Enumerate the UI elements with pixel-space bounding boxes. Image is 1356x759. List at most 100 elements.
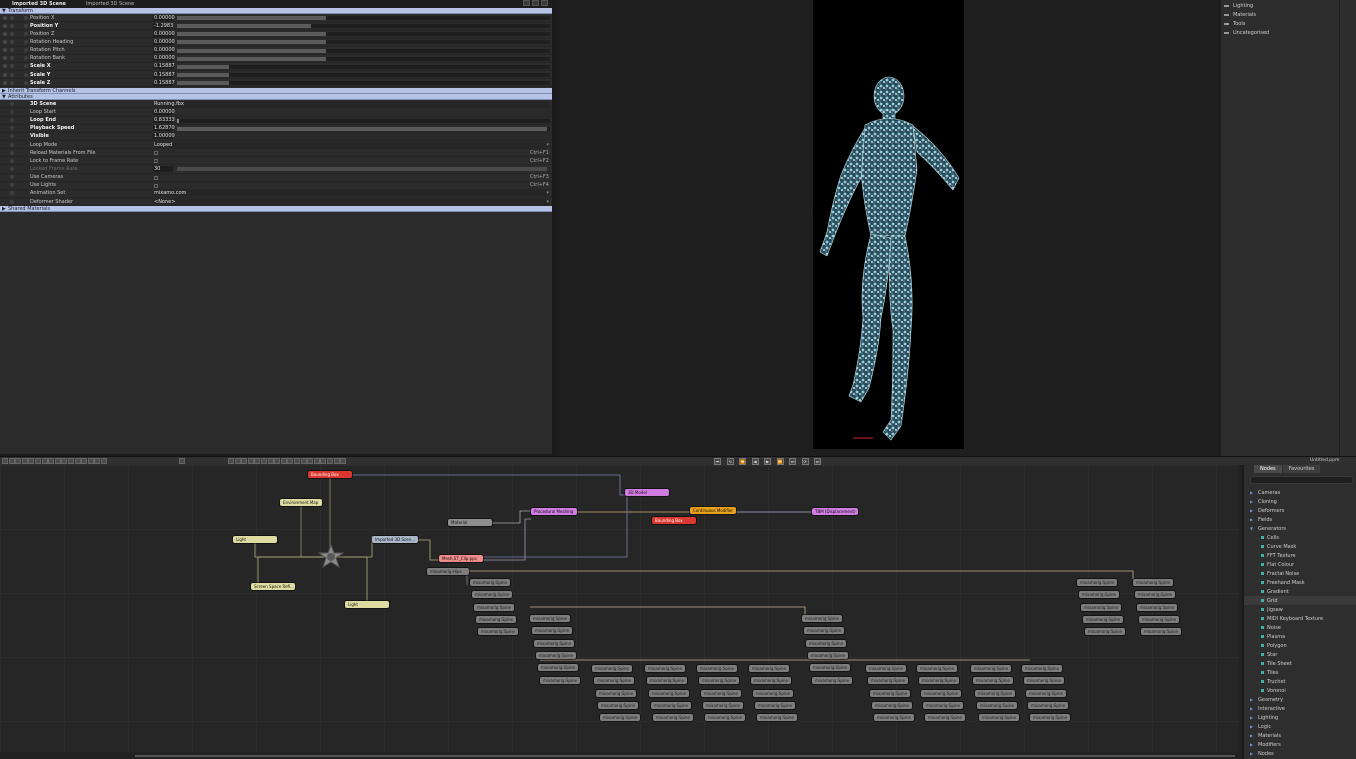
property-value-field[interactable]: 0.00000 [153, 38, 175, 45]
bone-node[interactable]: mixamorig:Spine [806, 639, 846, 647]
graph-fit-button[interactable] [179, 458, 185, 464]
view-mode-button[interactable] [247, 458, 254, 464]
reset-dot-icon[interactable] [24, 64, 28, 69]
playback-6-icon[interactable]: ⏭ [789, 458, 796, 465]
view-mode-button[interactable] [313, 458, 320, 464]
graph-tool-button[interactable] [8, 458, 15, 464]
slider-track[interactable] [177, 72, 550, 77]
graph-horizontal-scrollbar[interactable] [0, 752, 1242, 759]
property-value-field[interactable]: -1.2983 [153, 22, 173, 29]
bone-node[interactable]: mixamorig:Spine [1030, 714, 1070, 722]
view-mode-button[interactable] [320, 458, 327, 464]
graph-node[interactable]: 3D Model [625, 489, 669, 496]
bone-node[interactable]: mixamorig:Spine [538, 664, 578, 672]
property-value-field[interactable]: 0.15887 [153, 71, 175, 78]
library-category[interactable]: ▶ Cameras [1244, 488, 1356, 497]
library-node-item[interactable]: Flat Colour [1244, 560, 1356, 569]
expand-arrow-icon[interactable]: ▶ [1250, 508, 1255, 513]
bone-node[interactable]: mixamorig:Spine [649, 689, 689, 697]
expand-arrow-icon[interactable]: ▶ [1250, 751, 1255, 756]
library-category[interactable]: ▼ Generators [1244, 524, 1356, 533]
collapse-arrow-icon[interactable]: ▼ [1250, 526, 1255, 531]
slider-fill[interactable] [177, 118, 179, 123]
graph-node[interactable]: TBM (Displacement) [812, 508, 858, 515]
attribute-value-field[interactable]: 1.00000 [153, 133, 175, 140]
graph-node[interactable]: Procedural Meshing [531, 508, 577, 515]
keyframe-dot-icon[interactable] [10, 150, 14, 155]
bone-node[interactable]: mixamorig:Spine [925, 714, 965, 722]
bone-node[interactable]: mixamorig:Spine [534, 639, 574, 647]
bone-node[interactable]: mixamorig:Spine [810, 664, 850, 672]
attribute-checkbox[interactable] [154, 175, 158, 180]
graph-node[interactable]: Material [448, 519, 492, 526]
slider-fill[interactable] [177, 48, 326, 53]
library-node-item[interactable]: Grid [1244, 596, 1356, 605]
bone-node[interactable]: mixamorig:Spine [919, 677, 959, 685]
bone-node[interactable]: mixamorig:Spine [1083, 615, 1123, 623]
bone-node[interactable]: mixamorig:Spine [808, 651, 848, 659]
graph-vertical-scrollbar[interactable] [1238, 465, 1242, 752]
reset-dot-icon[interactable] [24, 15, 28, 20]
graph-node[interactable]: Light [345, 601, 389, 608]
bone-node[interactable]: mixamorig:Spine [470, 579, 510, 586]
graph-node[interactable]: Light [233, 536, 277, 543]
keyframe-dot-icon[interactable] [10, 126, 14, 131]
keyframe-dot-icon[interactable] [3, 72, 7, 77]
bone-node[interactable]: mixamorig:Spine [478, 628, 518, 636]
bone-node[interactable]: mixamorig:Spine [1079, 591, 1119, 599]
attribute-value-field[interactable]: Running.fbx [153, 100, 549, 107]
view-mode-button[interactable] [267, 458, 274, 464]
bone-node[interactable]: mixamorig:Spine [1024, 677, 1064, 685]
keyframe-dot-icon[interactable] [10, 118, 14, 123]
bone-node[interactable]: mixamorig:Spine [975, 689, 1015, 697]
bone-node[interactable]: mixamorig:Spine [532, 627, 572, 635]
bone-node[interactable]: mixamorig:Spine [868, 677, 908, 685]
library-node-item[interactable]: Polygon [1244, 641, 1356, 650]
bone-node[interactable]: mixamorig:Spine [1135, 591, 1175, 599]
slider-fill[interactable] [177, 56, 326, 61]
graph-node[interactable]: Environment Map [280, 499, 322, 506]
library-node-item[interactable]: Truchet [1244, 677, 1356, 686]
graph-tool-button[interactable] [61, 458, 68, 464]
graph-node[interactable]: Mesh,ST_Clip.pps [439, 555, 483, 562]
bone-node[interactable]: mixamorig:Spine [812, 676, 852, 684]
library-category[interactable]: ▶ Logic [1244, 722, 1356, 731]
library-node-item[interactable]: Jigsaw [1244, 605, 1356, 614]
library-node-item[interactable]: Freehand Mask [1244, 578, 1356, 587]
bone-node[interactable]: mixamorig:Spine [600, 714, 640, 722]
graph-tool-button[interactable] [35, 458, 41, 464]
attribute-checkbox[interactable] [154, 159, 158, 164]
library-node-item[interactable]: Cells [1244, 533, 1356, 542]
graph-tool-button[interactable] [28, 458, 35, 464]
link-dot-icon[interactable] [10, 80, 14, 85]
tab-favourites[interactable]: Favourites [1282, 465, 1321, 473]
scroll-thumb[interactable] [135, 755, 1235, 757]
bone-node[interactable]: mixamorig:Spine [592, 665, 632, 672]
playback-3-icon[interactable]: ◀ [751, 458, 759, 465]
playback-8-icon[interactable]: ⏭ [814, 458, 821, 465]
bone-node[interactable]: mixamorig:Spine [1077, 579, 1117, 586]
bone-node[interactable]: mixamorig:Spine [977, 701, 1017, 709]
keyframe-dot-icon[interactable] [3, 31, 7, 36]
graph-tool-button[interactable] [15, 458, 22, 464]
view-mode-button[interactable] [327, 458, 333, 464]
slider-fill[interactable] [177, 40, 326, 45]
library-node-item[interactable]: Noise [1244, 623, 1356, 632]
bone-node[interactable]: mixamorig:Spine [921, 689, 961, 697]
expand-arrow-icon[interactable]: ▶ [1250, 517, 1255, 522]
slider-fill[interactable] [177, 72, 230, 77]
expand-arrow-icon[interactable]: ▶ [1250, 724, 1255, 729]
view-mode-button[interactable] [294, 458, 300, 464]
keyframe-dot-icon[interactable] [10, 175, 14, 180]
keyframe-dot-icon[interactable] [10, 109, 14, 114]
property-value-field[interactable]: 0.00000 [153, 55, 175, 62]
section-shared-materials[interactable]: ▶ Shared Materials [0, 206, 552, 213]
keyframe-dot-icon[interactable] [3, 48, 7, 53]
bone-group-node[interactable]: mixamorig:Hips [427, 568, 469, 575]
attribute-value-field[interactable]: mixamo.com [153, 190, 549, 197]
view-mode-button[interactable] [280, 458, 287, 464]
graph-tool-button[interactable] [74, 458, 81, 464]
attribute-value-field[interactable]: 0.00000 [153, 108, 175, 115]
reset-dot-icon[interactable] [24, 80, 28, 85]
slider-fill[interactable] [177, 32, 326, 37]
